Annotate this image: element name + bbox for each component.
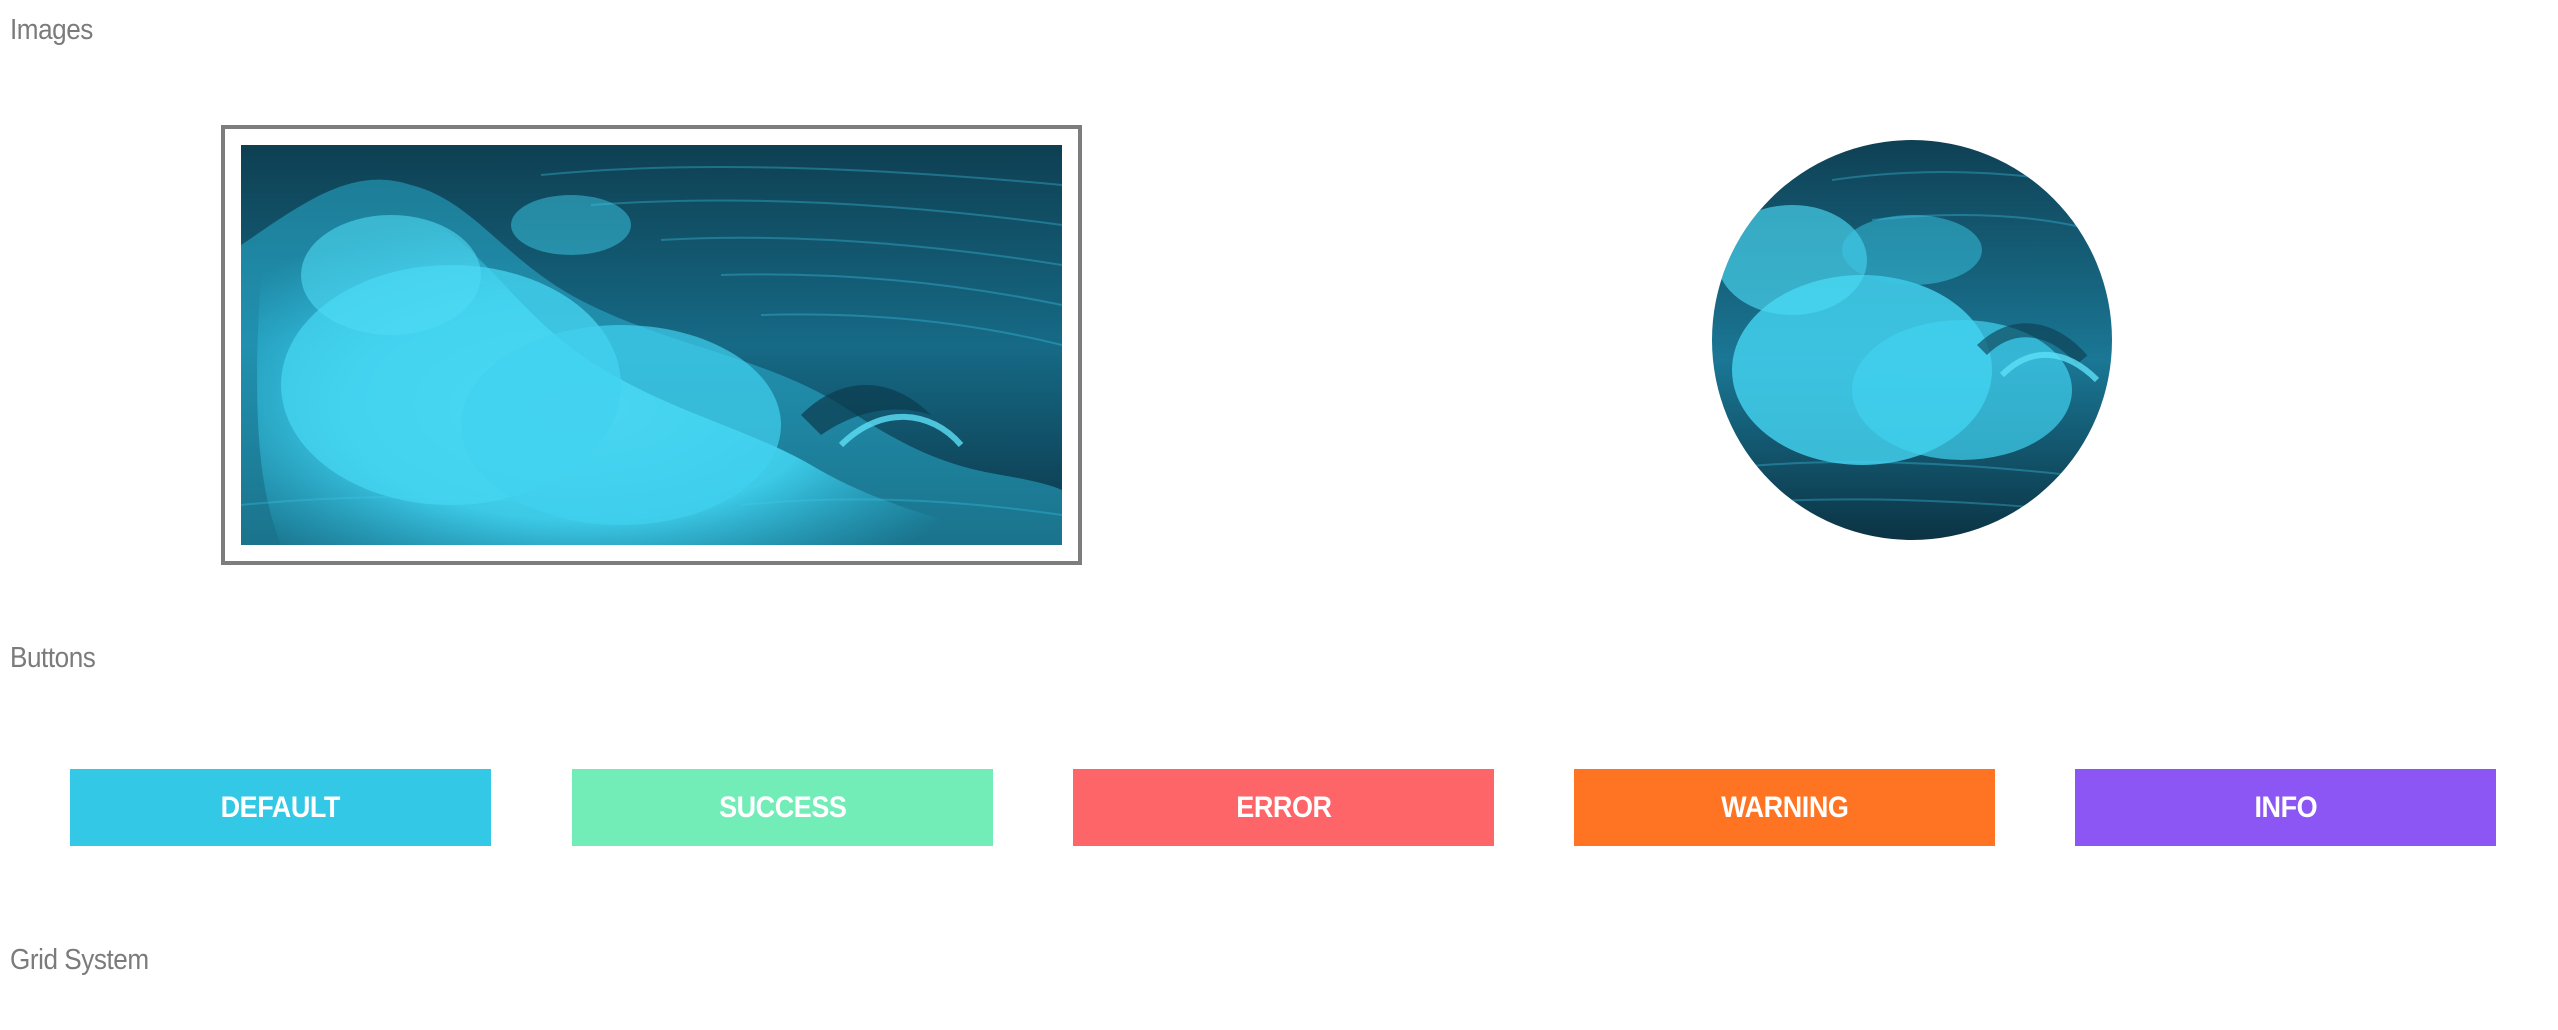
warning-button[interactable]: WARNING [1574,769,1995,846]
success-button[interactable]: SUCCESS [572,769,993,846]
warning-button-label: WARNING [1720,791,1849,824]
circular-wave-image [1712,140,2112,540]
style-guide-page: Images Buttons DEFAULT SUCCESS ERROR WAR… [0,0,2558,1030]
wave-photo [241,145,1062,545]
info-button[interactable]: INFO [2075,769,2496,846]
default-button-label: DEFAULT [220,791,341,824]
section-title-grid-system: Grid System [10,944,149,976]
framed-wave-image [221,125,1082,565]
success-button-label: SUCCESS [718,791,847,824]
wave-photo-round [1712,140,2112,540]
section-title-buttons: Buttons [10,642,96,674]
section-title-images: Images [10,14,93,46]
info-button-label: INFO [2254,791,2317,824]
error-button-label: ERROR [1235,791,1332,824]
default-button[interactable]: DEFAULT [70,769,491,846]
error-button[interactable]: ERROR [1073,769,1494,846]
